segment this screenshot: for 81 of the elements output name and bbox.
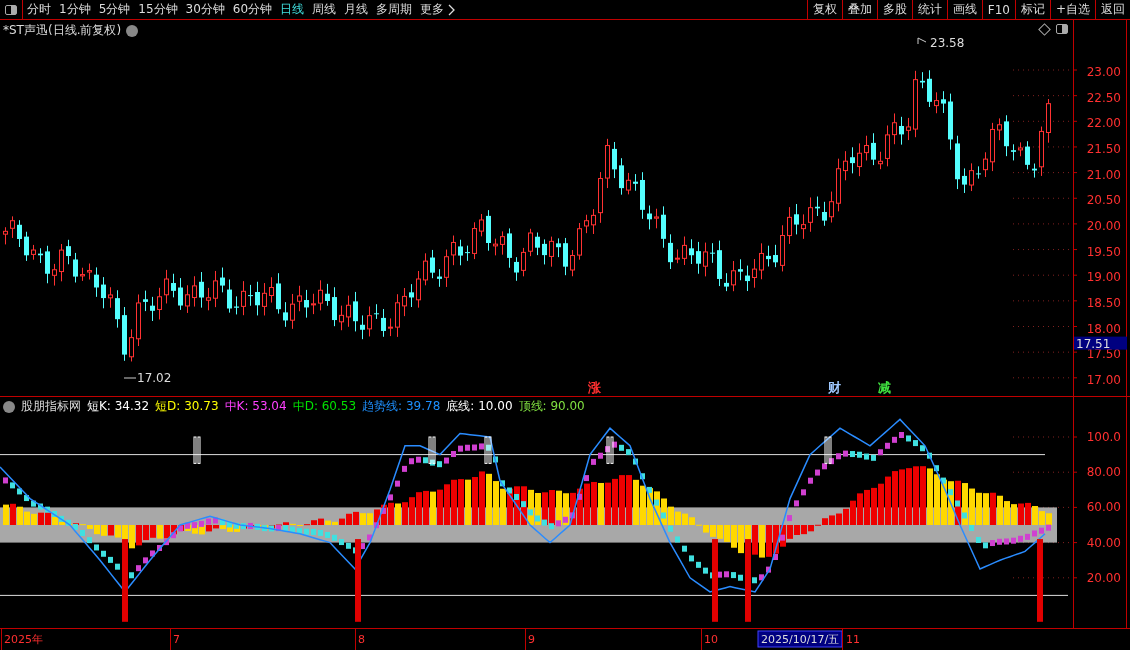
date-label: 2025年	[4, 633, 43, 646]
period-tab[interactable]: 5分钟	[94, 0, 135, 19]
toolbar-button[interactable]: 返回	[1095, 0, 1130, 19]
axis-tick	[1072, 249, 1078, 251]
axis-tick	[1072, 436, 1078, 438]
axis-tick	[1072, 95, 1078, 97]
toolbar-button[interactable]: 画线	[946, 0, 982, 19]
axis-label: 21.50	[1086, 141, 1121, 156]
axis-label: 80.00	[1086, 465, 1121, 480]
axis-label: 18.50	[1086, 295, 1121, 310]
legend-value: 中K: 53.04	[224, 398, 287, 415]
low-price-label: 17.02	[123, 371, 172, 385]
axis-label: 22.50	[1086, 90, 1121, 105]
axis-label: 23.00	[1086, 65, 1121, 79]
axis-label: 18.00	[1086, 321, 1121, 336]
axis-tick	[1072, 377, 1078, 379]
period-tab[interactable]: 1分钟	[55, 0, 95, 19]
date-label: 10	[704, 633, 718, 646]
panel-icon[interactable]	[1056, 24, 1068, 34]
dropdown-icon[interactable]	[3, 400, 15, 413]
axis-tick	[1072, 274, 1078, 276]
panel-icon[interactable]	[5, 4, 17, 15]
legend-value: 底线: 10.00	[446, 398, 513, 415]
axis-tick	[1072, 69, 1078, 71]
legend-value: 短D: 30.73	[155, 398, 219, 415]
event-marker: 涨	[587, 380, 601, 395]
date-label: 8	[358, 633, 365, 646]
axis-label: 20.00	[1086, 218, 1121, 233]
axis-tick	[1072, 326, 1078, 327]
axis-tick	[1072, 146, 1078, 148]
cursor-date-label: 2025/10/17/五	[757, 630, 843, 648]
event-marker: 财	[827, 380, 841, 395]
axis-label: 40.00	[1086, 535, 1121, 550]
axis-label: 60.00	[1086, 500, 1121, 515]
axis-label: 20.00	[1086, 570, 1121, 585]
axis-label: 17.00	[1086, 372, 1121, 387]
period-tab[interactable]: 日线	[276, 0, 309, 19]
legend-value: 中D: 60.53	[292, 398, 357, 415]
axis-label: 19.50	[1086, 244, 1121, 259]
axis-tick	[1072, 471, 1078, 473]
toolbar-button[interactable]: +自选	[1049, 0, 1095, 19]
chart-title: *ST声迅(日线.前复权)	[3, 22, 122, 39]
legend-value: 趋势线: 39.78	[362, 398, 441, 415]
axis-tick	[1072, 300, 1078, 302]
legend-value: 短K: 34.32	[87, 398, 150, 415]
period-tab[interactable]: 15分钟	[134, 0, 182, 19]
more-button[interactable]: 更多	[416, 0, 460, 19]
axis-label: 22.00	[1086, 116, 1121, 131]
date-label: 9	[528, 633, 535, 646]
toolbar-button[interactable]: F10	[981, 0, 1015, 19]
axis-tick	[1072, 172, 1078, 174]
period-tab[interactable]: 分时	[23, 0, 55, 19]
event-marker: 减	[877, 380, 891, 395]
date-label: 7	[173, 633, 180, 646]
toolbar-button[interactable]: 标记	[1014, 0, 1050, 19]
period-tab[interactable]: 60分钟	[228, 0, 277, 19]
toolbar-button[interactable]: 复权	[806, 0, 842, 19]
indicator-name: 股朋指标网	[21, 398, 81, 415]
chevron-right-icon	[447, 3, 456, 16]
axis-tick	[1072, 223, 1078, 225]
high-price-label: 23.58	[917, 36, 965, 50]
axis-tick	[1072, 506, 1078, 508]
toolbar-button[interactable]: 叠加	[841, 0, 877, 19]
dropdown-icon[interactable]	[126, 24, 139, 37]
toolbar-button[interactable]: 多股	[876, 0, 912, 19]
toolbar-button[interactable]: 统计	[911, 0, 947, 19]
period-tab[interactable]: 周线	[308, 0, 341, 19]
axis-label: 100.0	[1086, 430, 1121, 444]
axis-label: 19.00	[1086, 270, 1121, 285]
axis-tick	[1072, 577, 1078, 579]
axis-label: 20.50	[1086, 193, 1121, 208]
axis-tick	[1072, 197, 1078, 199]
date-label: 11	[846, 633, 860, 646]
period-tab[interactable]: 多周期	[372, 0, 417, 19]
period-tab[interactable]: 月线	[340, 0, 373, 19]
legend-value: 顶线: 90.00	[518, 398, 585, 415]
axis-tick	[1072, 120, 1078, 122]
axis-tick	[1072, 542, 1078, 544]
period-tab[interactable]: 30分钟	[181, 0, 229, 19]
axis-label: 21.00	[1086, 167, 1121, 182]
axis-tick	[1072, 351, 1078, 353]
